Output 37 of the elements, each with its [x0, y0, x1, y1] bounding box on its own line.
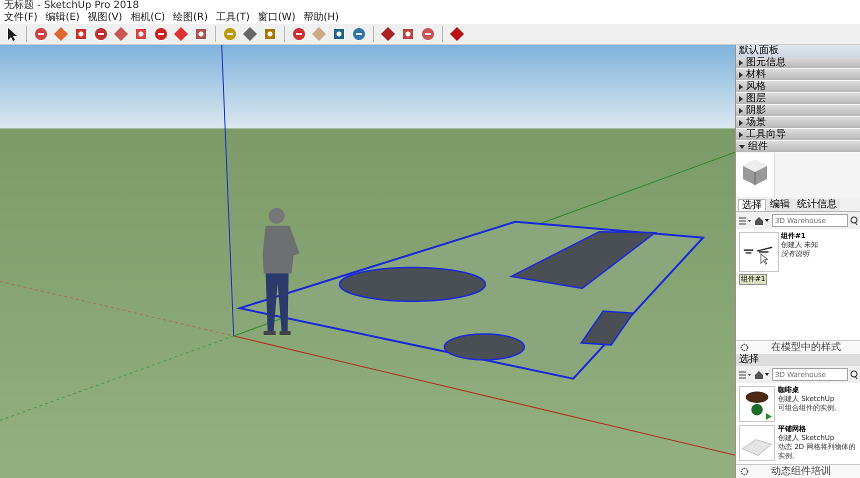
- cube-icon: [740, 157, 770, 187]
- grid-thumbnail: [739, 425, 775, 461]
- menu-item[interactable]: 窗口(W): [256, 12, 298, 24]
- table-thumbnail: [739, 386, 775, 422]
- menu-item[interactable]: 相机(C): [128, 12, 168, 24]
- panel-section-header[interactable]: 工具向导: [736, 129, 860, 141]
- gear-icon[interactable]: [740, 467, 749, 476]
- menu-item[interactable]: 工具(T): [214, 12, 252, 24]
- menu-item[interactable]: 编辑(E): [44, 12, 82, 24]
- menu-item[interactable]: 视图(V): [86, 12, 124, 24]
- collection-label: 动态组件培训: [771, 466, 831, 478]
- component-thumbnail[interactable]: [739, 232, 779, 272]
- window-title: 无标题 - SketchUp Pro 2018: [4, 0, 139, 11]
- collection-label: 在模型中的样式: [771, 342, 841, 354]
- menu-item[interactable]: 帮助(H): [302, 12, 341, 24]
- home-icon[interactable]: [754, 216, 770, 226]
- panel-tab[interactable]: 统计信息: [794, 199, 840, 211]
- panel-section-header[interactable]: 风格: [736, 81, 860, 93]
- gear-icon[interactable]: [740, 343, 749, 352]
- panel-title: 默认面板: [736, 45, 860, 57]
- panel-section-header[interactable]: 阴影: [736, 105, 860, 117]
- section-header: 选择: [736, 354, 860, 366]
- view-options-icon[interactable]: [738, 370, 752, 380]
- menu-item[interactable]: 文件(F): [2, 12, 40, 24]
- panel-section-header[interactable]: 材料: [736, 69, 860, 81]
- home-icon[interactable]: [754, 370, 770, 380]
- search-icon[interactable]: [850, 370, 858, 380]
- panel-tab[interactable]: 选择: [738, 199, 766, 211]
- 3d-viewport[interactable]: [0, 45, 735, 478]
- panel-section-header[interactable]: 场景: [736, 117, 860, 129]
- panel-tab[interactable]: 编辑: [767, 199, 793, 211]
- view-options-icon[interactable]: [738, 216, 752, 226]
- menu-item[interactable]: 绘图(R): [171, 12, 210, 24]
- panel-section-header[interactable]: 图元信息: [736, 57, 860, 69]
- panel-section-header[interactable]: 组件: [736, 141, 860, 153]
- search-icon[interactable]: [850, 216, 858, 226]
- panel-section-header[interactable]: 图层: [736, 93, 860, 105]
